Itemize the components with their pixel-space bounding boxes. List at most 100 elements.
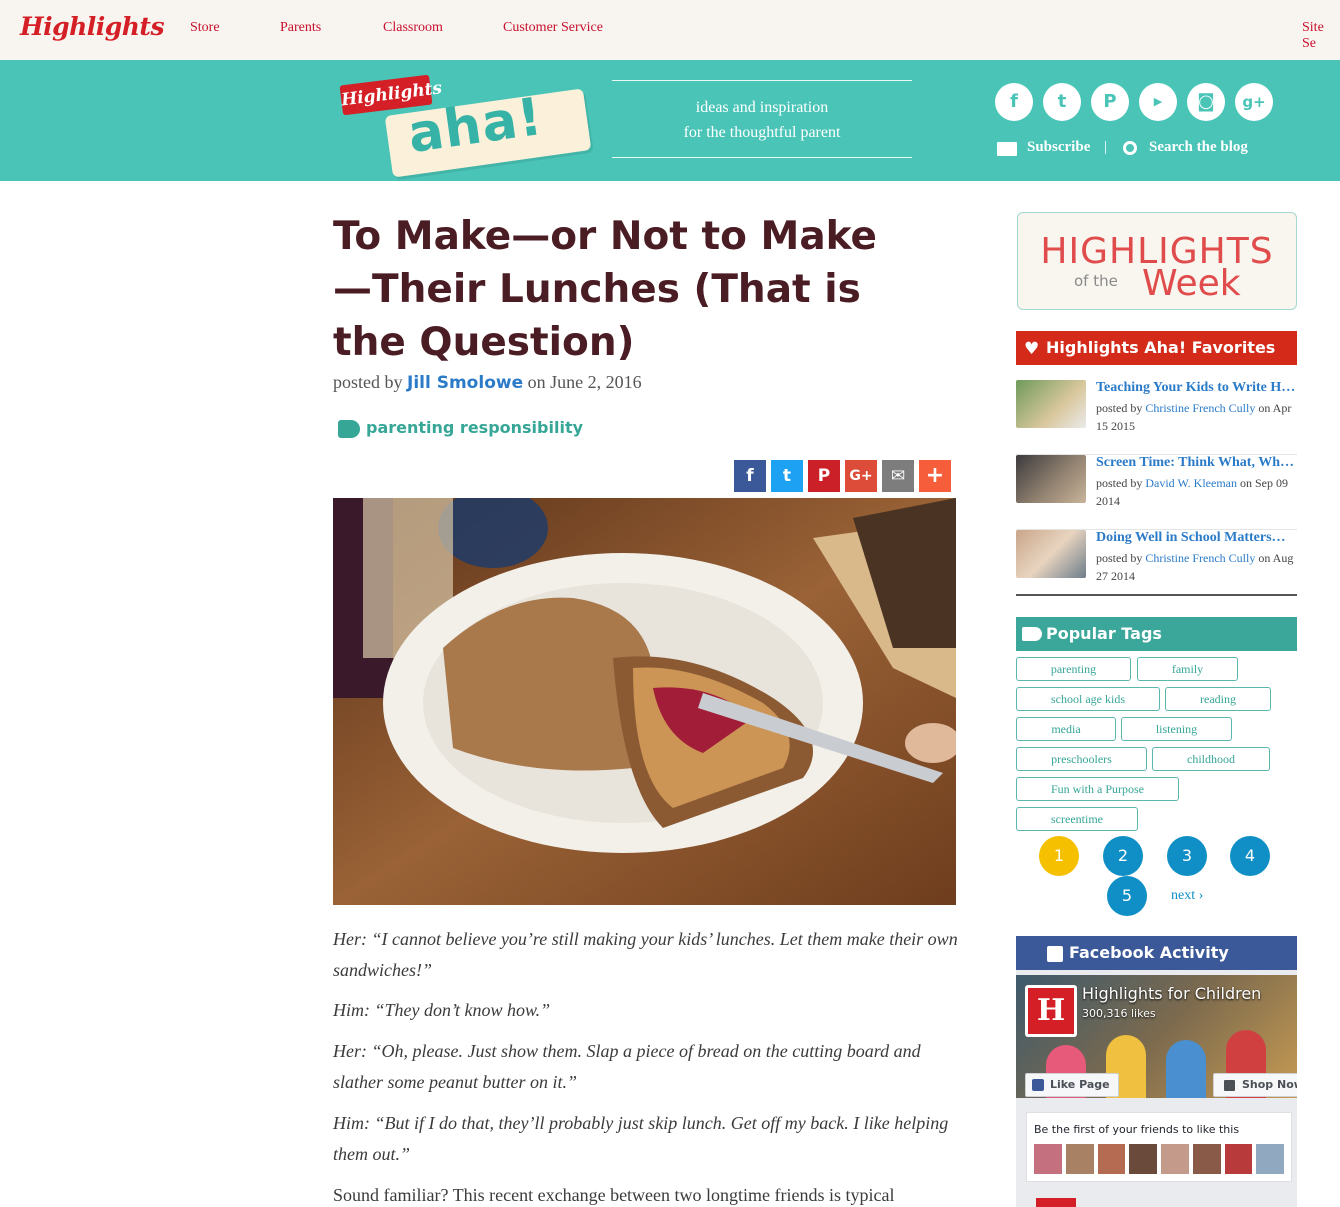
post-meta-prefix: posted by <box>1096 476 1143 490</box>
next-page-link[interactable]: next › <box>1171 888 1203 904</box>
share-google-plus-icon[interactable]: G+ <box>845 460 877 492</box>
tag-fun-with-a-purpose[interactable]: Fun with a Purpose <box>1016 777 1179 801</box>
article-paragraph: Her: “Oh, please. Just show them. Slap a… <box>333 1041 921 1092</box>
friend-avatar[interactable] <box>1034 1144 1062 1174</box>
tag-reading[interactable]: reading <box>1165 687 1271 711</box>
fb-like-page-button[interactable]: Like Page <box>1025 1073 1119 1097</box>
tag-school-age-kids[interactable]: school age kids <box>1016 687 1160 711</box>
tag-screentime[interactable]: screentime <box>1016 807 1138 831</box>
favorites-header: ♥ Highlights Aha! Favorites <box>1016 331 1297 365</box>
page-2-button[interactable]: 2 <box>1103 836 1143 876</box>
tag-preschoolers[interactable]: preschoolers <box>1016 747 1147 771</box>
nav-site-search[interactable]: Site Se <box>1302 20 1340 52</box>
fb-like-page-label: Like Page <box>1050 1078 1110 1091</box>
favorite-post[interactable]: Teaching Your Kids to Write H… posted by… <box>1016 380 1297 455</box>
fb-friends-text: Be the first of your friends to like thi… <box>1034 1123 1240 1136</box>
post-meta: posted by Christine French Cully on Aug … <box>1096 549 1296 585</box>
post-title-link[interactable]: Screen Time: Think What, Wh… <box>1096 455 1296 471</box>
tag-parenting[interactable]: parenting <box>1016 657 1131 681</box>
twitter-icon[interactable]: t <box>1043 83 1081 121</box>
top-nav: Highlights Store Parents Classroom Custo… <box>0 0 1340 60</box>
favorite-post[interactable]: Screen Time: Think What, Wh… posted by D… <box>1016 455 1297 530</box>
google-plus-icon[interactable]: g+ <box>1235 83 1273 121</box>
share-facebook-icon[interactable]: f <box>734 460 766 492</box>
popular-tags-title: Popular Tags <box>1046 624 1162 643</box>
envelope-icon <box>997 142 1017 156</box>
search-icon[interactable] <box>1123 141 1137 155</box>
article-byline: posted by Jill Smolowe on June 2, 2016 <box>333 372 642 393</box>
hotw-week: Week <box>1142 263 1241 304</box>
favorites-title: Highlights Aha! Favorites <box>1046 338 1276 357</box>
share-more-icon[interactable]: + <box>919 460 951 492</box>
post-thumbnail[interactable] <box>1016 455 1086 503</box>
byline-prefix: posted by <box>333 372 403 392</box>
facebook-activity-header: Facebook Activity <box>1016 936 1297 970</box>
tag-childhood[interactable]: childhood <box>1152 747 1270 771</box>
post-author-link[interactable]: Christine French Cully <box>1145 551 1255 565</box>
search-blog-link[interactable]: Search the blog <box>1149 139 1248 156</box>
highlights-of-the-week-badge[interactable]: HIGHLIGHTS of the Week <box>1017 212 1297 310</box>
friend-avatar[interactable] <box>1097 1144 1126 1174</box>
blog-tagline: ideas and inspiration for the thoughtful… <box>612 80 912 158</box>
nav-customer-service[interactable]: Customer Service <box>503 20 603 36</box>
facebook-activity-title: Facebook Activity <box>1069 943 1229 962</box>
fb-like-count: 300,316 likes <box>1082 1007 1156 1020</box>
fb-friends-box: Be the first of your friends to like thi… <box>1026 1112 1292 1182</box>
post-author-link[interactable]: Christine French Cully <box>1145 401 1255 415</box>
post-meta-prefix: posted by <box>1096 401 1143 415</box>
post-thumbnail[interactable] <box>1016 530 1086 578</box>
friend-avatar[interactable] <box>1224 1144 1253 1174</box>
subscribe-link[interactable]: Subscribe <box>1027 139 1090 156</box>
instagram-icon[interactable]: ◙ <box>1187 83 1225 121</box>
shopping-bag-icon <box>1224 1080 1235 1091</box>
post-title-link[interactable]: Teaching Your Kids to Write H… <box>1096 380 1296 396</box>
author-link[interactable]: Jill Smolowe <box>407 373 523 393</box>
fb-next-post-logo <box>1036 1198 1076 1207</box>
tag-listening[interactable]: listening <box>1121 717 1232 741</box>
tag-media[interactable]: media <box>1016 717 1116 741</box>
tag-family[interactable]: family <box>1137 657 1238 681</box>
nav-store[interactable]: Store <box>190 20 220 36</box>
nav-classroom[interactable]: Classroom <box>383 20 443 36</box>
nav-parents[interactable]: Parents <box>280 20 321 36</box>
sandwich-illustration <box>333 498 956 905</box>
tag-link[interactable]: parenting responsibility <box>366 418 583 437</box>
share-email-icon[interactable]: ✉ <box>882 460 914 492</box>
share-pinterest-icon[interactable]: P <box>808 460 840 492</box>
page-5-button[interactable]: 5 <box>1107 876 1147 916</box>
page-3-button[interactable]: 3 <box>1167 836 1207 876</box>
post-title-link[interactable]: Doing Well in School Matters… <box>1096 530 1296 546</box>
article-paragraph: Him: “They don’t know how.” <box>333 1000 551 1020</box>
page-1-button[interactable]: 1 <box>1039 836 1079 876</box>
post-meta-prefix: posted by <box>1096 551 1143 565</box>
fb-shop-now-label: Shop Now <box>1242 1078 1297 1091</box>
fb-shop-now-button[interactable]: Shop Now <box>1213 1073 1297 1097</box>
facebook-icon[interactable]: f <box>995 83 1033 121</box>
byline-date: on June 2, 2016 <box>527 372 642 392</box>
facebook-icon <box>1032 1079 1044 1091</box>
friend-avatar[interactable] <box>1065 1144 1094 1174</box>
favorite-post[interactable]: Doing Well in School Matters… posted by … <box>1016 530 1297 596</box>
fb-page-name[interactable]: Highlights for Children <box>1082 984 1261 1003</box>
page-4-button[interactable]: 4 <box>1230 836 1270 876</box>
tagline-line-2: for the thoughtful parent <box>683 124 841 141</box>
friend-avatar[interactable] <box>1192 1144 1221 1174</box>
article-paragraph: Her: “I cannot believe you’re still maki… <box>333 929 958 980</box>
post-author-link[interactable]: David W. Kleeman <box>1145 476 1237 490</box>
popular-tags-header: Popular Tags <box>1016 617 1297 651</box>
friend-avatar[interactable] <box>1256 1144 1284 1174</box>
post-thumbnail[interactable] <box>1016 380 1086 428</box>
friend-avatar[interactable] <box>1129 1144 1157 1174</box>
article-paragraph: Him: “But if I do that, they’ll probably… <box>333 1113 949 1164</box>
youtube-icon[interactable]: ▶ <box>1139 83 1177 121</box>
fb-friend-avatars <box>1034 1144 1284 1174</box>
highlights-fb-avatar[interactable]: H <box>1025 985 1077 1037</box>
share-twitter-icon[interactable]: t <box>771 460 803 492</box>
friend-avatar[interactable] <box>1161 1144 1189 1174</box>
pinterest-icon[interactable]: P <box>1091 83 1129 121</box>
child-figure <box>1166 1040 1206 1098</box>
tags-icon <box>1022 627 1042 641</box>
banner-link-separator: | <box>1104 139 1108 155</box>
highlights-logo[interactable]: Highlights <box>20 12 165 41</box>
article-tags: parenting responsibility <box>338 418 583 438</box>
